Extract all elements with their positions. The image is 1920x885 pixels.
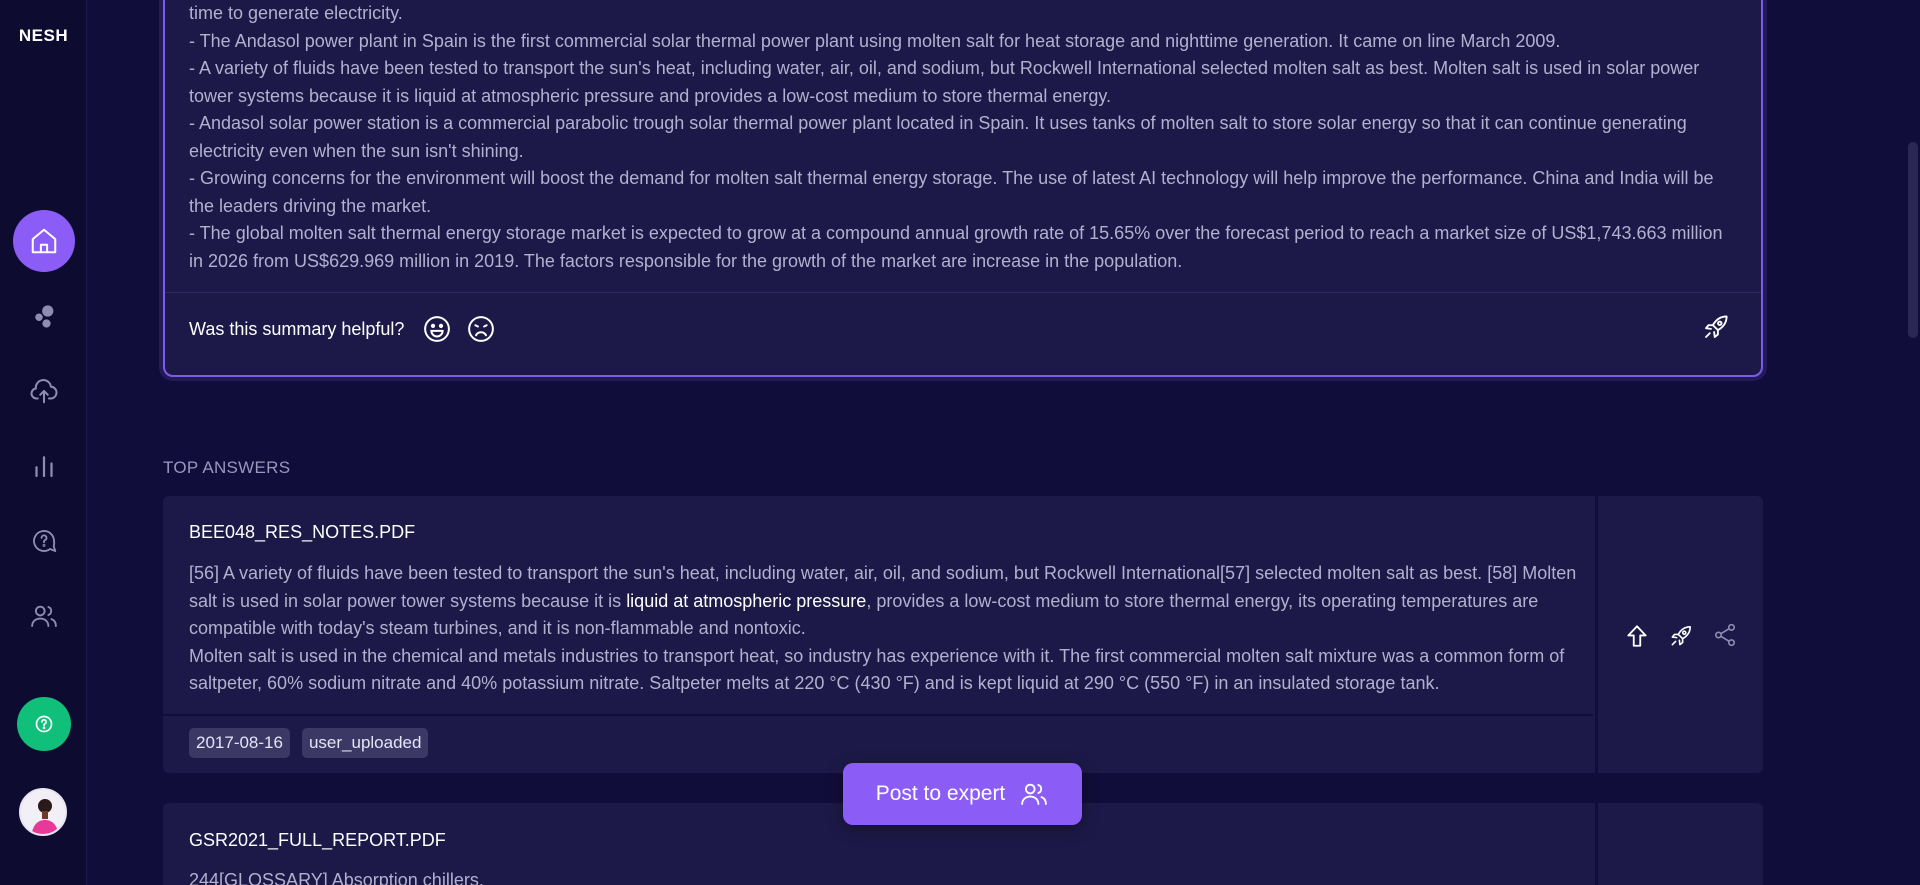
post-to-expert-button[interactable]: Post to expert [843,763,1082,825]
summary-line: - The Andasol power plant in Spain is th… [189,30,1561,51]
post-to-expert-label: Post to expert [875,782,1006,805]
happy-face-button[interactable] [422,314,452,344]
answer-text: 244[GLOSSARY] Absorption chillers. [189,870,484,885]
bubbles-icon [35,305,54,328]
answer-card: BEE048_RES_NOTES.PDF [56] A variety of f… [163,496,1763,773]
home-icon [31,228,57,254]
answer-actions [1595,496,1763,773]
source-tag: user_uploaded [301,728,429,758]
divider [163,714,1593,716]
rocket-button[interactable] [1701,312,1731,342]
share-button[interactable] [1712,622,1738,648]
answer-file-title[interactable]: GSR2021_FULL_REPORT.PDF [189,830,446,851]
answer-actions [1595,803,1763,885]
date-tag: 2017-08-16 [189,728,290,758]
answer-text-part: Molten salt is used in the chemical and … [189,645,1565,694]
app-logo[interactable]: NESH [0,26,87,46]
cloud-upload-icon [30,379,58,404]
frown-icon [468,316,495,342]
answer-highlight: liquid at atmospheric pressure [626,590,867,611]
summary-line: - The global molten salt thermal energy … [189,223,1723,271]
sidebar-item-analytics[interactable] [13,435,75,497]
question-chat-icon [33,530,57,552]
sidebar-item-bubbles[interactable] [13,285,75,347]
summary-line: time to generate electricity. [189,3,403,23]
bar-chart-icon [35,456,53,478]
sidebar-item-home[interactable] [13,210,75,272]
share-icon [1714,623,1735,646]
users-icon [31,605,57,627]
feedback-question: Was this summary helpful? [189,318,405,339]
tag-list: 2017-08-16 user_uploaded [189,728,429,758]
summary-text: time to generate electricity. - The Anda… [189,0,1729,275]
sidebar-item-questions[interactable] [13,510,75,572]
answer-text: [56] A variety of fluids have been teste… [189,560,1579,698]
scrollbar-thumb[interactable] [1908,142,1918,338]
rocket-icon [1671,625,1691,645]
summary-line: - A variety of fluids have been tested t… [189,58,1700,106]
summary-card: time to generate electricity. - The Anda… [163,0,1763,377]
answer-content: BEE048_RES_NOTES.PDF [56] A variety of f… [163,496,1593,773]
feedback-row: Was this summary helpful? [189,314,510,344]
summary-line: - Andasol solar power station is a comme… [189,113,1687,161]
smile-icon [424,316,451,342]
arrow-up-icon [1626,624,1647,647]
upvote-button[interactable] [1624,622,1650,648]
help-button[interactable] [17,697,71,751]
summary-line: - Growing concerns for the environment w… [189,168,1714,216]
sidebar-item-users[interactable] [13,585,75,647]
sidebar: NESH [0,0,87,885]
users-icon [1021,783,1048,805]
sad-face-button[interactable] [466,314,496,344]
section-title: TOP ANSWERS [163,458,291,477]
avatar[interactable] [19,788,67,836]
rocket-icon [1705,315,1728,338]
divider [165,292,1761,293]
help-icon [35,715,53,733]
sidebar-item-upload[interactable] [13,360,75,422]
rocket-button[interactable] [1668,622,1694,648]
answer-file-title[interactable]: BEE048_RES_NOTES.PDF [189,522,415,543]
scrollbar[interactable] [1906,0,1920,885]
user-avatar-image [21,790,65,834]
